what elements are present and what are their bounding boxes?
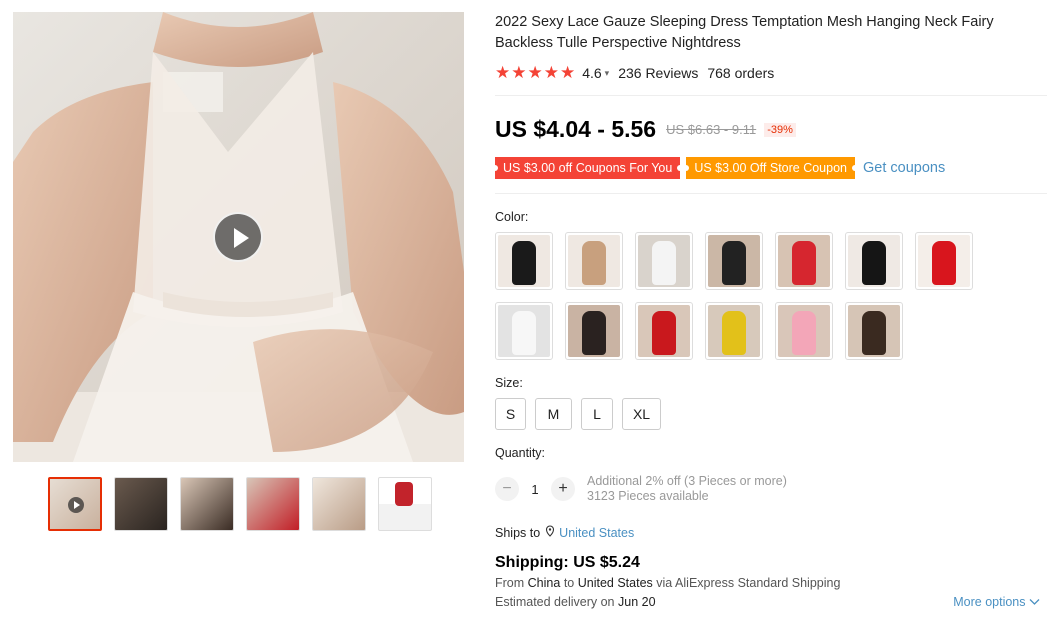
color-options [495, 232, 1050, 360]
coupon-row: US $3.00 off Coupons For You US $3.00 Of… [491, 157, 1050, 179]
swatch-color [792, 241, 816, 285]
color-swatch[interactable] [845, 302, 903, 360]
delivery-date: Jun 20 [618, 595, 656, 609]
decrease-quantity-button[interactable]: − [495, 477, 519, 501]
swatch-color [722, 241, 746, 285]
size-options: S M L XL [495, 398, 1050, 430]
swatch-color [722, 311, 746, 355]
color-swatch[interactable] [635, 302, 693, 360]
swatch-color [792, 311, 816, 355]
size-option-s[interactable]: S [495, 398, 526, 430]
color-swatch[interactable] [565, 232, 623, 290]
shipping-price: Shipping: US $5.24 [495, 554, 640, 571]
ships-to-row: Ships to United States [495, 525, 1050, 540]
size-option-l[interactable]: L [581, 398, 613, 430]
color-swatch[interactable] [495, 302, 553, 360]
color-swatch[interactable] [845, 232, 903, 290]
color-swatch[interactable] [775, 232, 833, 290]
swatch-color [652, 241, 676, 285]
swatch-color [652, 311, 676, 355]
via-prefix: via [656, 576, 673, 590]
ships-to-country-link[interactable]: United States [559, 526, 634, 540]
bulk-discount-note: Additional 2% off (3 Pieces or more) [587, 474, 787, 488]
quantity-stepper: − + Additional 2% off (3 Pieces or more)… [495, 474, 1050, 504]
swatch-color [582, 311, 606, 355]
current-price: US $4.04 - 5.56 [495, 116, 657, 142]
thumbnail-white-lace[interactable] [312, 477, 366, 531]
orders-count: 768 orders [707, 65, 775, 81]
divider [495, 193, 1047, 194]
swatch-color [932, 241, 956, 285]
quantity-note: Additional 2% off (3 Pieces or more) 312… [587, 474, 787, 504]
from-prefix: From [495, 576, 525, 590]
get-coupons-link[interactable]: Get coupons [863, 160, 945, 176]
price-row: US $4.04 - 5.56 US $6.63 - 9.11 -39% [495, 116, 1050, 143]
ships-to-label: Ships to [495, 525, 541, 540]
thumbnail-red[interactable] [246, 477, 300, 531]
product-info: 2022 Sexy Lace Gauze Sleeping Dress Temp… [491, 12, 1050, 609]
divider [495, 95, 1047, 96]
swatch-color [512, 241, 536, 285]
thumbnail-black-back[interactable] [180, 477, 234, 531]
rating-value[interactable]: 4.6 [582, 65, 601, 81]
product-title: 2022 Sexy Lace Gauze Sleeping Dress Temp… [495, 14, 994, 51]
color-swatch[interactable] [495, 232, 553, 290]
to-prefix: to [563, 576, 575, 590]
color-swatch[interactable] [705, 232, 763, 290]
rating-row: ★★★★★ 4.6 ▾ 236 Reviews 768 orders [495, 63, 1050, 83]
thumbnail-black[interactable] [114, 477, 168, 531]
swatch-color [862, 311, 886, 355]
chevron-down-icon[interactable]: ▾ [605, 68, 610, 79]
ship-to: United States [577, 576, 653, 590]
increase-quantity-button[interactable]: + [551, 477, 575, 501]
more-options-link[interactable]: More options [953, 595, 1040, 609]
color-swatch[interactable] [915, 232, 973, 290]
color-swatch[interactable] [775, 302, 833, 360]
discount-badge: -39% [764, 122, 796, 137]
swatch-color [512, 311, 536, 355]
quantity-label: Quantity: [495, 446, 546, 460]
chevron-down-icon [1029, 595, 1040, 609]
rating-stars: ★★★★★ [495, 63, 577, 82]
more-options-label: More options [953, 595, 1026, 609]
coupon-for-you[interactable]: US $3.00 off Coupons For You [491, 157, 684, 179]
swatch-color [582, 241, 606, 285]
main-product-image[interactable] [13, 12, 464, 462]
color-swatch[interactable] [705, 302, 763, 360]
location-pin-icon [545, 525, 555, 540]
play-icon [68, 497, 84, 513]
thumbnail-strip [48, 477, 432, 531]
color-swatch[interactable] [565, 302, 623, 360]
delivery-row: Estimated delivery on Jun 20 More option… [495, 595, 1050, 609]
thumbnail-size-chart[interactable] [378, 477, 432, 531]
color-label: Color: [495, 210, 529, 224]
reviews-link[interactable]: 236 Reviews [618, 65, 698, 81]
size-option-m[interactable]: M [535, 398, 572, 430]
color-swatch[interactable] [635, 232, 693, 290]
play-video-button[interactable] [213, 212, 263, 262]
shipping-route: From China to United States via AliExpre… [495, 576, 1050, 590]
quantity-input[interactable] [519, 481, 551, 497]
swatch-color [862, 241, 886, 285]
original-price: US $6.63 - 9.11 [666, 122, 757, 137]
thumbnail-video[interactable] [48, 477, 102, 531]
delivery-prefix: Estimated delivery on [495, 595, 615, 609]
shipping-method: AliExpress Standard Shipping [675, 576, 841, 590]
ship-from: China [527, 576, 561, 590]
pieces-available: 3123 Pieces available [587, 489, 709, 503]
size-label: Size: [495, 376, 523, 390]
size-option-xl[interactable]: XL [622, 398, 661, 430]
store-coupon[interactable]: US $3.00 Off Store Coupon [683, 157, 858, 179]
